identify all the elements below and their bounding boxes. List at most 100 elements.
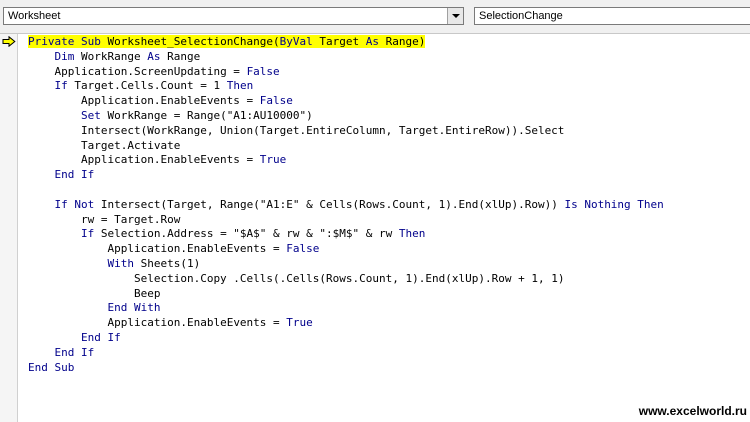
code-text: Range) [379, 35, 426, 48]
code-line-content: End If [81, 331, 121, 344]
code-keyword: End If [80, 330, 121, 344]
code-keyword: End Sub [28, 360, 75, 374]
code-keyword: If [80, 227, 95, 241]
code-text: Intersect(WorkRange, Union(Target.Entire… [80, 123, 565, 137]
code-line-content: Intersect(WorkRange, Union(Target.Entire… [81, 124, 564, 137]
code-line-content: With Sheets(1) [107, 257, 200, 270]
code-editor[interactable]: Private Sub Worksheet_SelectionChange(By… [0, 34, 750, 422]
code-line[interactable]: Application.EnableEvents = True [28, 153, 664, 168]
margin-indicator-bar[interactable] [0, 34, 18, 422]
object-dropdown-button[interactable] [447, 8, 463, 24]
code-keyword: Set [80, 108, 101, 122]
code-line-content: If Target.Cells.Count = 1 Then [55, 79, 254, 92]
code-line[interactable]: Selection.Copy .Cells(.Cells(Rows.Count,… [28, 272, 664, 287]
code-keyword: End If [54, 168, 95, 182]
watermark: www.excelworld.ru [638, 404, 747, 418]
code-keyword: End If [54, 345, 95, 359]
code-line[interactable]: End With [28, 301, 664, 316]
code-line[interactable]: If Target.Cells.Count = 1 Then [28, 79, 664, 94]
code-line-content: Dim WorkRange As Range [55, 50, 201, 63]
code-line-content: Beep [134, 287, 161, 300]
code-keyword: False [286, 242, 320, 256]
code-line-content: End With [107, 301, 160, 314]
code-keyword: Then [226, 79, 254, 93]
code-keyword: True [286, 316, 313, 330]
code-text: Application.ScreenUpdating = [54, 64, 247, 78]
code-line-content: Application.EnableEvents = True [81, 153, 286, 166]
code-text: WorkRange [74, 49, 148, 63]
code-line-content: If Not Intersect(Target, Range("A1:E" & … [55, 198, 664, 211]
procedure-dropdown-value: SelectionChange [479, 10, 563, 22]
code-keyword: ByVal [279, 35, 313, 48]
code-window-toolbar: Worksheet SelectionChange [0, 0, 750, 34]
code-line-content: Application.EnableEvents = False [107, 242, 319, 255]
code-line[interactable]: Beep [28, 287, 664, 302]
code-text: WorkRange = Range("A1:AU10000") [100, 108, 313, 122]
code-text: Application.EnableEvents = [107, 316, 287, 330]
code-text: Selection.Copy .Cells(.Cells(Rows.Count,… [133, 271, 565, 285]
code-line-content: Application.EnableEvents = False [81, 94, 293, 107]
code-line-content: Target.Activate [81, 139, 180, 152]
procedure-dropdown[interactable]: SelectionChange [474, 7, 750, 25]
code-keyword: With [107, 256, 134, 270]
code-line[interactable]: Target.Activate [28, 139, 664, 154]
code-text: rw = Target.Row [80, 212, 181, 226]
code-line[interactable]: End If [28, 346, 664, 361]
code-line-content: End If [55, 168, 95, 181]
code-keyword: Is Nothing Then [564, 197, 664, 211]
code-line-content: If Selection.Address = "$A$" & rw & ":$M… [81, 227, 425, 240]
code-keyword: As [365, 35, 380, 48]
code-line[interactable]: Intersect(WorkRange, Union(Target.Entire… [28, 124, 664, 139]
object-dropdown-value: Worksheet [8, 10, 61, 22]
code-line[interactable]: End If [28, 168, 664, 183]
code-text: Application.EnableEvents = [107, 242, 287, 256]
code-keyword: True [259, 153, 287, 167]
arrow-right-icon [2, 36, 16, 47]
code-line[interactable] [28, 183, 664, 198]
code-line-content: Private Sub Worksheet_SelectionChange(By… [28, 35, 426, 48]
code-line[interactable]: Application.EnableEvents = True [28, 316, 664, 331]
code-text: Range [160, 49, 201, 63]
code-line[interactable]: Application.ScreenUpdating = False [28, 65, 664, 80]
code-line-content: rw = Target.Row [81, 213, 180, 226]
code-line[interactable]: With Sheets(1) [28, 257, 664, 272]
code-line[interactable]: End If [28, 331, 664, 346]
object-dropdown[interactable]: Worksheet [3, 7, 464, 25]
code-text: Application.EnableEvents = [80, 94, 260, 108]
code-line[interactable]: Private Sub Worksheet_SelectionChange(By… [28, 35, 664, 50]
code-line-content: End If [55, 346, 95, 359]
code-line[interactable]: rw = Target.Row [28, 213, 664, 228]
code-line[interactable]: If Selection.Address = "$A$" & rw & ":$M… [28, 227, 664, 242]
code-line[interactable]: Set WorkRange = Range("A1:AU10000") [28, 109, 664, 124]
code-text: Sheets(1) [133, 256, 201, 270]
code-line-content: Application.EnableEvents = True [107, 316, 312, 329]
code-line[interactable]: If Not Intersect(Target, Range("A1:E" & … [28, 198, 664, 213]
code-keyword: Then [398, 227, 426, 241]
code-text: Target.Activate [80, 138, 181, 152]
code-line[interactable]: Dim WorkRange As Range [28, 50, 664, 65]
code-text: Target.Cells.Count = 1 [67, 79, 227, 93]
code-line[interactable]: Application.EnableEvents = False [28, 94, 664, 109]
code-line[interactable]: End Sub [28, 361, 664, 376]
code-line-content: Set WorkRange = Range("A1:AU10000") [81, 109, 313, 122]
code-text: Beep [133, 286, 161, 300]
code-lines: Private Sub Worksheet_SelectionChange(By… [28, 35, 664, 375]
code-line[interactable]: Application.EnableEvents = False [28, 242, 664, 257]
code-keyword: False [259, 94, 293, 108]
code-text: Worksheet_SelectionChange( [100, 35, 280, 48]
